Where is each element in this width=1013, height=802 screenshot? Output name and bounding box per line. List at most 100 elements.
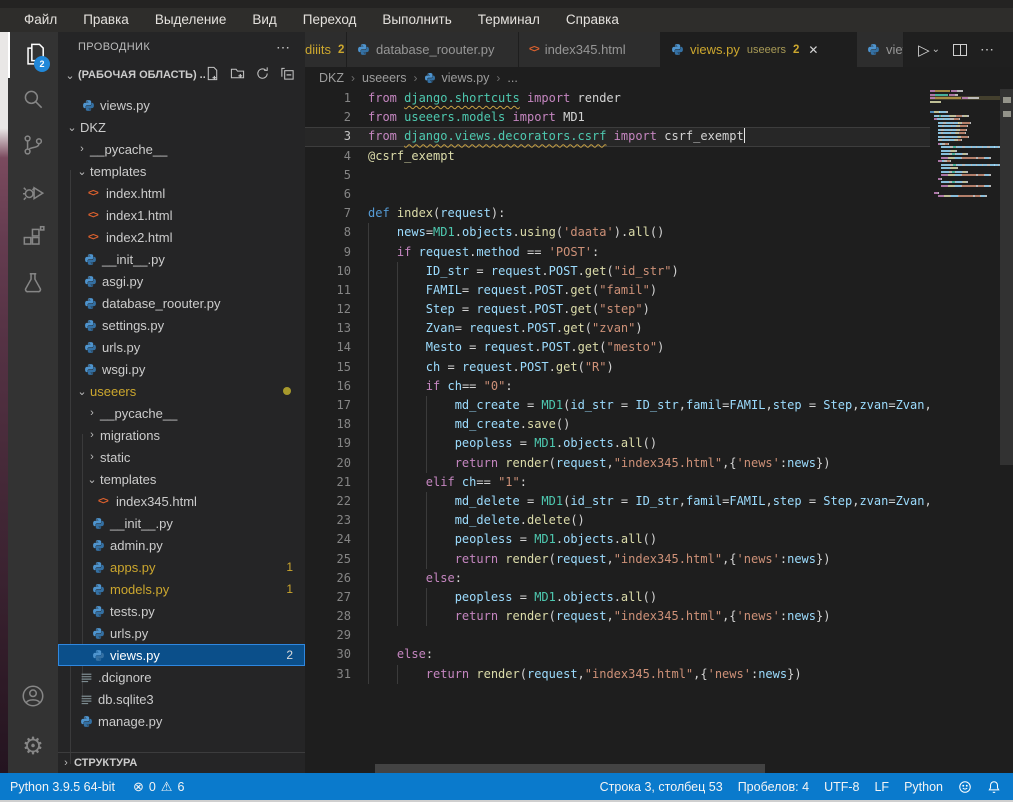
tree-item-index345.html[interactable]: <>index345.html	[58, 490, 305, 512]
refresh-icon[interactable]	[255, 66, 270, 84]
line-number: 11	[305, 281, 351, 300]
feedback-icon[interactable]	[958, 780, 972, 794]
activity-settings[interactable]: ⚙	[8, 721, 58, 773]
horizontal-scrollbar[interactable]	[375, 764, 765, 773]
indent-guide-icon	[426, 607, 427, 626]
new-folder-icon[interactable]	[230, 66, 245, 84]
code-line-9: 9 if request.method == 'POST':	[305, 243, 930, 262]
tree-item-settings.py[interactable]: settings.py	[58, 314, 305, 336]
vertical-scrollbar[interactable]	[1000, 89, 1013, 465]
breadcrumb-item-DKZ[interactable]: DKZ	[319, 71, 344, 85]
tree-item-tests.py[interactable]: tests.py	[58, 600, 305, 622]
tree-item-admin.py[interactable]: admin.py	[58, 534, 305, 556]
indent-guide-icon	[368, 511, 369, 530]
tree-item-templates[interactable]: ⌄templates	[58, 160, 305, 182]
minimap[interactable]	[930, 89, 1000, 773]
breadcrumb[interactable]: DKZ›useeers›views.py›...	[305, 67, 1013, 89]
tree-item-db.sqlite3[interactable]: db.sqlite3	[58, 688, 305, 710]
activity-search[interactable]	[8, 78, 58, 124]
bell-icon[interactable]	[987, 780, 1001, 794]
activity-source-control[interactable]	[8, 124, 58, 170]
line-number: 4	[305, 147, 351, 166]
menu-item-Файл[interactable]: Файл	[11, 8, 70, 32]
line-number: 15	[305, 358, 351, 377]
tree-item-__pycache__[interactable]: ›__pycache__	[58, 402, 305, 424]
tree-item-label: urls.py	[110, 626, 148, 641]
tree-item-index2.html[interactable]: <>index2.html	[58, 226, 305, 248]
new-file-icon[interactable]	[205, 66, 220, 84]
tab-diiits[interactable]: diiits2	[305, 32, 347, 67]
activity-extensions[interactable]	[8, 216, 58, 262]
code-editor[interactable]: 1from django.shortcuts import render2fro…	[305, 89, 1013, 773]
line-number: 31	[305, 665, 351, 684]
code-line-6: 6	[305, 185, 930, 204]
code-text: md_delete.delete()	[368, 511, 585, 530]
menu-item-Терминал[interactable]: Терминал	[465, 8, 553, 32]
line-number: 30	[305, 645, 351, 664]
activity-testing[interactable]	[8, 262, 58, 308]
tree-item-label: manage.py	[98, 714, 162, 729]
tree-item-database_roouter.py[interactable]: database_roouter.py	[58, 292, 305, 314]
tree-item-urls.py[interactable]: urls.py	[58, 336, 305, 358]
status-пробелов-4[interactable]: Пробелов: 4	[738, 780, 809, 794]
tree-item-manage.py[interactable]: manage.py	[58, 710, 305, 732]
tree-item-migrations[interactable]: ›migrations	[58, 424, 305, 446]
tree-item-.dcignore[interactable]: .dcignore	[58, 666, 305, 688]
run-python-button[interactable]: ▷⌄	[918, 41, 940, 59]
indent-guide-icon	[368, 665, 369, 684]
tree-item-__init__.py[interactable]: __init__.py	[58, 512, 305, 534]
sidebar-more-icon[interactable]: ⋯	[276, 39, 291, 56]
tree-item-__pycache__[interactable]: ›__pycache__	[58, 138, 305, 160]
tree-item-asgi.py[interactable]: asgi.py	[58, 270, 305, 292]
tree-item-apps.py[interactable]: apps.py1	[58, 556, 305, 578]
tree-item-models.py[interactable]: models.py1	[58, 578, 305, 600]
tree-item-views.py[interactable]: views.py2	[58, 644, 305, 666]
menu-item-Вид[interactable]: Вид	[239, 8, 289, 32]
tree-item-views.py[interactable]: views.py	[58, 94, 305, 116]
menu-item-Правка[interactable]: Правка	[70, 8, 142, 32]
code-text: Zvan= request.POST.get("zvan")	[368, 319, 643, 338]
problems-indicator[interactable]: ⊗ 0 ⚠ 6	[133, 779, 184, 795]
menu-item-Справка[interactable]: Справка	[553, 8, 632, 32]
code-lines: 1from django.shortcuts import render2fro…	[305, 89, 930, 684]
code-line-23: 23 md_delete.delete()	[305, 511, 930, 530]
status-lf[interactable]: LF	[874, 780, 889, 794]
menu-item-Выполнить[interactable]: Выполнить	[369, 8, 464, 32]
menu-item-Выделение[interactable]: Выделение	[142, 8, 240, 32]
tab-views.py[interactable]: views.pyuseeers2✕	[661, 32, 857, 67]
activity-run-debug[interactable]	[8, 170, 58, 216]
line-number: 29	[305, 626, 351, 645]
outline-section-header[interactable]: › СТРУКТУРА	[58, 752, 305, 773]
tab-database_roouter.py[interactable]: database_roouter.py	[347, 32, 519, 67]
close-icon[interactable]: ✕	[808, 43, 818, 57]
more-actions-icon[interactable]: ⋯	[980, 41, 995, 58]
status-python[interactable]: Python	[904, 780, 943, 794]
tab-views.py[interactable]: views.py	[857, 32, 904, 67]
tree-item-index1.html[interactable]: <>index1.html	[58, 204, 305, 226]
indent-guide-icon	[397, 530, 398, 549]
tree-item-urls.py[interactable]: urls.py	[58, 622, 305, 644]
tree-item-static[interactable]: ›static	[58, 446, 305, 468]
breadcrumb-item-views.py[interactable]: views.py	[424, 71, 489, 85]
tree-item-index.html[interactable]: <>index.html	[58, 182, 305, 204]
tab-index345.html[interactable]: <>index345.html	[519, 32, 661, 67]
breadcrumb-item-useeers[interactable]: useeers	[362, 71, 406, 85]
status-строка-3-столбец-53[interactable]: Строка 3, столбец 53	[600, 780, 723, 794]
tree-item-__init__.py[interactable]: __init__.py	[58, 248, 305, 270]
menu-item-Переход[interactable]: Переход	[290, 8, 370, 32]
code-line-2: 2from useeers.models import MD1	[305, 108, 930, 127]
line-number: 23	[305, 511, 351, 530]
collapse-all-icon[interactable]	[280, 66, 295, 84]
indent-guide-icon	[368, 338, 369, 357]
tree-item-wsgi.py[interactable]: wsgi.py	[58, 358, 305, 380]
tree-item-useeers[interactable]: ⌄useeers	[58, 380, 305, 402]
tree-item-DKZ[interactable]: ⌄DKZ	[58, 116, 305, 138]
activity-explorer[interactable]: 2	[8, 32, 58, 78]
status-utf-8[interactable]: UTF-8	[824, 780, 859, 794]
activity-account[interactable]	[8, 675, 58, 721]
split-editor-icon[interactable]	[953, 44, 967, 56]
workspace-section-header[interactable]: ⌄ (РАБОЧАЯ ОБЛАСТЬ) ...	[58, 62, 305, 88]
python-interpreter[interactable]: Python 3.9.5 64-bit	[10, 780, 115, 794]
tree-item-templates[interactable]: ⌄templates	[58, 468, 305, 490]
breadcrumb-item-...[interactable]: ...	[507, 71, 517, 85]
